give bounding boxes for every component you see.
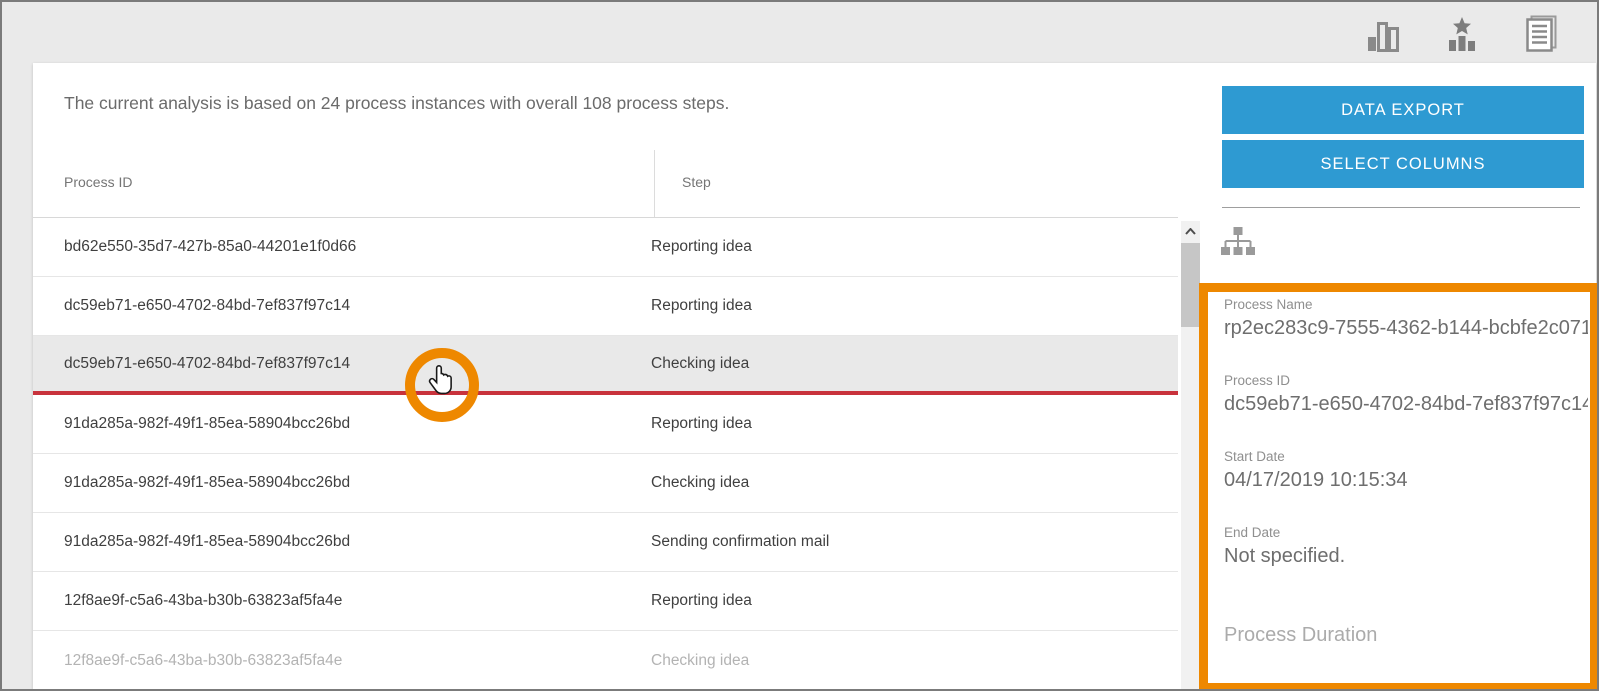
process-id-cell: bd62e550-35d7-427b-85a0-44201e1f0d66: [33, 238, 620, 256]
scrollbar-thumb[interactable]: [1181, 243, 1200, 327]
process-id-cell: dc59eb71-e650-4702-84bd-7ef837f97c14: [33, 355, 620, 373]
chevron-up-icon: [1185, 228, 1196, 235]
app-window: The current analysis is based on 24 proc…: [0, 0, 1599, 691]
chart-columns-icon[interactable]: [1362, 13, 1404, 55]
data-export-button[interactable]: DATA EXPORT: [1222, 86, 1584, 134]
end-date-label: End Date: [1224, 525, 1588, 540]
table-row[interactable]: 91da285a-982f-49f1-85ea-58904bcc26bd Sen…: [33, 513, 1178, 572]
process-name-label: Process Name: [1224, 297, 1588, 312]
end-date-value: Not specified.: [1224, 545, 1588, 568]
process-id-cell: 12f8ae9f-c5a6-43ba-b30b-63823af5fa4e: [33, 592, 620, 610]
hierarchy-view-button[interactable]: [1221, 225, 1255, 261]
detail-process-id: Process ID dc59eb71-e650-4702-84bd-7ef83…: [1224, 373, 1588, 416]
step-cell: Checking idea: [620, 474, 749, 492]
detail-end-date: End Date Not specified.: [1224, 525, 1588, 568]
table-row[interactable]: 12f8ae9f-c5a6-43ba-b30b-63823af5fa4e Rep…: [33, 572, 1178, 631]
column-header-step[interactable]: Step: [682, 174, 711, 190]
detail-process-duration: Process Duration: [1224, 624, 1588, 647]
start-date-value: 04/17/2019 10:15:34: [1224, 469, 1588, 492]
table-header: Process ID Step: [33, 150, 1178, 218]
process-steps-table: bd62e550-35d7-427b-85a0-44201e1f0d66 Rep…: [33, 218, 1178, 691]
table-scrollbar[interactable]: [1181, 221, 1200, 691]
process-id-cell: 91da285a-982f-49f1-85ea-58904bcc26bd: [33, 415, 620, 433]
report-pages-icon[interactable]: [1520, 13, 1562, 55]
process-id-cell: 12f8ae9f-c5a6-43ba-b30b-63823af5fa4e: [33, 652, 620, 670]
start-date-label: Start Date: [1224, 449, 1588, 464]
detail-process-name: Process Name rp2ec283c9-7555-4362-b144-b…: [1224, 297, 1588, 340]
process-id-cell: 91da285a-982f-49f1-85ea-58904bcc26bd: [33, 533, 620, 551]
step-cell: Reporting idea: [620, 297, 752, 315]
toolbar: [1362, 12, 1562, 56]
hierarchy-icon: [1221, 225, 1255, 261]
table-row[interactable]: 91da285a-982f-49f1-85ea-58904bcc26bd Rep…: [33, 395, 1178, 454]
process-id-value: dc59eb71-e650-4702-84bd-7ef837f97c14: [1224, 393, 1588, 416]
process-name-value: rp2ec283c9-7555-4362-b144-bcbfe2c071: [1224, 317, 1588, 340]
column-header-process-id[interactable]: Process ID: [64, 174, 132, 190]
process-duration-label: Process Duration: [1224, 624, 1588, 647]
select-columns-button[interactable]: SELECT COLUMNS: [1222, 140, 1584, 188]
step-cell: Reporting idea: [620, 238, 752, 256]
step-cell: Reporting idea: [620, 415, 752, 433]
table-row-selected[interactable]: dc59eb71-e650-4702-84bd-7ef837f97c14 Che…: [33, 336, 1178, 395]
column-divider: [654, 150, 655, 217]
scroll-up-button[interactable]: [1181, 221, 1200, 241]
process-id-label: Process ID: [1224, 373, 1588, 388]
process-id-cell: dc59eb71-e650-4702-84bd-7ef837f97c14: [33, 297, 620, 315]
panel-divider: [1222, 207, 1580, 208]
detail-start-date: Start Date 04/17/2019 10:15:34: [1224, 449, 1588, 492]
table-row[interactable]: dc59eb71-e650-4702-84bd-7ef837f97c14 Rep…: [33, 277, 1178, 336]
ranking-star-icon[interactable]: [1441, 13, 1483, 55]
process-id-cell: 91da285a-982f-49f1-85ea-58904bcc26bd: [33, 474, 620, 492]
step-cell: Checking idea: [620, 355, 749, 373]
table-row[interactable]: 12f8ae9f-c5a6-43ba-b30b-63823af5fa4e Che…: [33, 631, 1178, 690]
step-cell: Reporting idea: [620, 592, 752, 610]
step-cell: Checking idea: [620, 652, 749, 670]
analysis-summary-text: The current analysis is based on 24 proc…: [64, 93, 964, 114]
step-cell: Sending confirmation mail: [620, 533, 829, 551]
table-row[interactable]: bd62e550-35d7-427b-85a0-44201e1f0d66 Rep…: [33, 218, 1178, 277]
table-row[interactable]: 91da285a-982f-49f1-85ea-58904bcc26bd Che…: [33, 454, 1178, 513]
